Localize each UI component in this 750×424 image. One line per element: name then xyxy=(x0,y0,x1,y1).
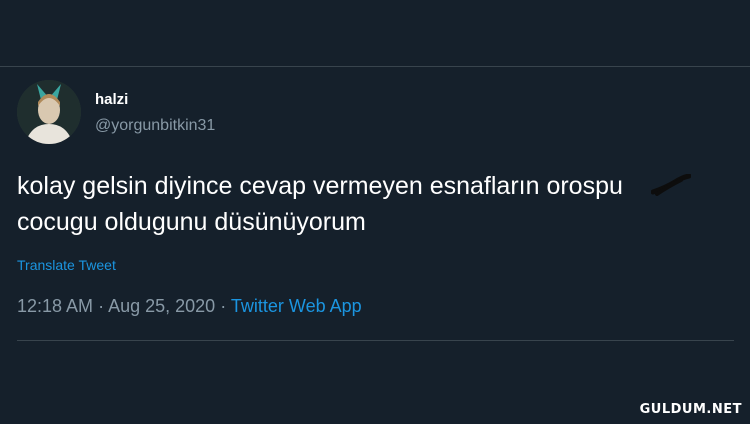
tweet-text-line-1: kolay gelsin diyince cevap vermeyen esna… xyxy=(17,172,623,200)
tweet-date[interactable]: Aug 25, 2020 xyxy=(108,296,215,316)
avatar-photo-icon xyxy=(17,80,81,144)
tweet-time[interactable]: 12:18 AM xyxy=(17,296,93,316)
tweet-source-link[interactable]: Twitter Web App xyxy=(231,296,362,316)
avatar[interactable] xyxy=(17,80,81,144)
translate-tweet-link[interactable]: Translate Tweet xyxy=(17,257,116,273)
tweet-meta: 12:18 AM · Aug 25, 2020 · Twitter Web Ap… xyxy=(17,296,362,317)
top-divider xyxy=(0,66,750,67)
user-handle[interactable]: @yorgunbitkin31 xyxy=(95,117,215,135)
censor-scribble-icon xyxy=(651,174,691,196)
meta-separator: · xyxy=(220,296,227,316)
meta-separator: · xyxy=(98,296,105,316)
display-name[interactable]: halzi xyxy=(95,91,128,108)
watermark: GULDUM.NET xyxy=(639,402,742,417)
tweet-text-line-2: cocugu oldugunu düsünüyorum xyxy=(17,208,366,236)
bottom-divider xyxy=(17,340,734,341)
tweet-text: kolay gelsin diyince cevap vermeyen esna… xyxy=(17,168,747,240)
